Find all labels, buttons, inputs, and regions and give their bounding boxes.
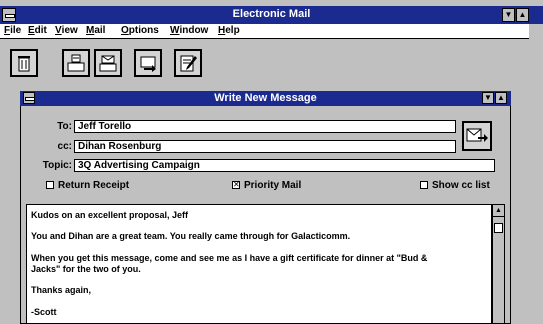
app-title-bar[interactable]: Electronic Mail ▼ ▲ (0, 6, 543, 24)
to-label: To: (57, 121, 72, 132)
body-line: -Scott (31, 307, 57, 317)
menu-view[interactable]: View (55, 25, 78, 36)
menu-bar: File Edit View Mail Options Window Help (0, 24, 543, 39)
toolbar (0, 39, 543, 89)
topic-field[interactable]: 3Q Advertising Campaign (74, 159, 495, 172)
inbox-button[interactable] (62, 49, 90, 77)
message-body[interactable]: Kudos on an excellent proposal, Jeff You… (26, 204, 492, 324)
priority-mail-checkbox[interactable]: ✕ (232, 181, 240, 189)
menu-edit[interactable]: Edit (28, 25, 47, 36)
cc-label: cc: (57, 141, 72, 152)
menu-mail[interactable]: Mail (86, 25, 105, 36)
to-field[interactable]: Jeff Torello (74, 120, 456, 133)
menu-help[interactable]: Help (218, 25, 240, 36)
trash-button[interactable] (10, 49, 38, 77)
compose-title: Write New Message (214, 92, 317, 104)
minimize-button[interactable]: ▼ (502, 8, 515, 22)
body-line: Jacks" for the two of you. (31, 264, 141, 274)
priority-mail-label: Priority Mail (244, 180, 302, 191)
scroll-thumb[interactable] (494, 223, 503, 233)
app-title: Electronic Mail (232, 8, 311, 20)
compose-maximize-button[interactable]: ▲ (495, 92, 507, 104)
cc-field[interactable]: Dihan Rosenburg (74, 140, 456, 153)
scroll-up-button[interactable]: ▲ (493, 205, 504, 217)
body-line: You and Dihan are a great team. You real… (31, 231, 351, 241)
vertical-scrollbar[interactable]: ▲ (492, 204, 505, 324)
compose-icon (180, 55, 197, 72)
menu-options[interactable]: Options (121, 25, 159, 36)
return-receipt-checkbox[interactable] (46, 181, 54, 189)
outbox-icon (99, 55, 117, 72)
forward-icon (140, 56, 156, 72)
show-cc-checkbox[interactable] (420, 181, 428, 189)
menu-window[interactable]: Window (170, 25, 208, 36)
maximize-button[interactable]: ▲ (516, 8, 529, 22)
return-receipt-label: Return Receipt (58, 180, 130, 191)
compose-minimize-button[interactable]: ▼ (482, 92, 494, 104)
outer-window-edge (529, 24, 543, 324)
forward-button[interactable] (134, 49, 162, 77)
menu-file[interactable]: File (4, 25, 21, 36)
body-line: Kudos on an excellent proposal, Jeff (31, 210, 189, 220)
topic-label: Topic: (42, 160, 72, 171)
compose-title-bar[interactable]: Write New Message ▼ ▲ (20, 91, 511, 106)
body-line: Thanks again, (31, 285, 92, 295)
send-button[interactable] (462, 121, 492, 151)
trash-icon (18, 56, 30, 72)
body-line: When you get this message, come and see … (31, 253, 428, 263)
send-icon (466, 128, 488, 142)
show-cc-label: Show cc list (432, 180, 490, 191)
compose-button[interactable] (174, 49, 202, 77)
outbox-button[interactable] (94, 49, 122, 77)
inbox-icon (67, 54, 85, 72)
